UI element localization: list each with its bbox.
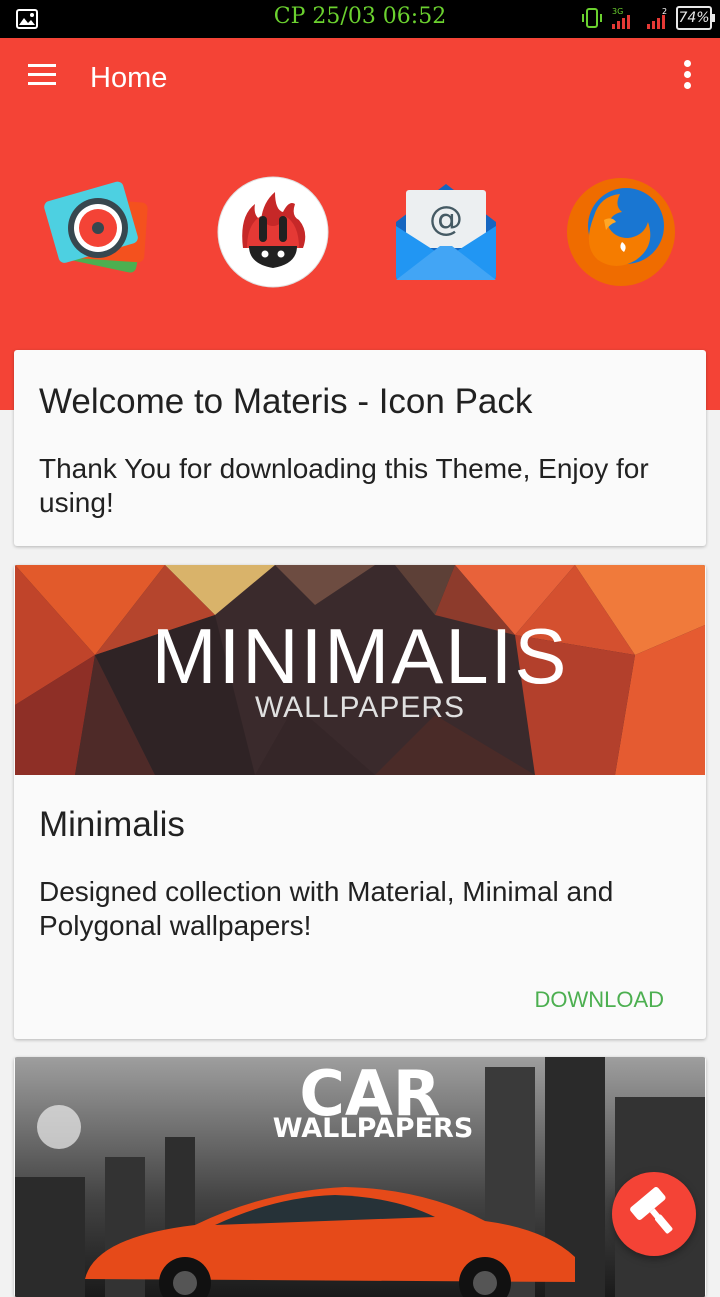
icon-preview-row: @ xyxy=(0,176,720,288)
email-app-icon[interactable]: @ xyxy=(390,176,502,288)
welcome-card: Welcome to Materis - Icon Pack Thank You… xyxy=(14,350,706,546)
system-icons: 3G 2 74% xyxy=(580,6,715,30)
download-button[interactable]: DOWNLOAD xyxy=(534,987,664,1013)
paint-roller-icon xyxy=(630,1187,673,1234)
minimalis-banner-subtitle: WALLPAPERS xyxy=(255,691,465,724)
vibrate-icon xyxy=(582,8,602,28)
car-banner-subtitle: WALLPAPERS xyxy=(273,1113,474,1144)
menu-hamburger-icon[interactable] xyxy=(28,64,56,86)
minimalis-card-text: Designed collection with Material, Minim… xyxy=(39,876,614,941)
car-banner-image: CAR WALLPAPERS xyxy=(15,1057,705,1297)
minimalis-card-title: Minimalis xyxy=(39,805,185,844)
car-card: CAR WALLPAPERS xyxy=(14,1057,706,1297)
page-title: Home xyxy=(90,62,168,94)
svg-text:3G: 3G xyxy=(612,7,623,16)
svg-text:2: 2 xyxy=(662,7,667,16)
svg-text:@: @ xyxy=(429,199,463,239)
signal-3g-icon: 3G xyxy=(612,7,630,29)
overflow-menu-icon[interactable] xyxy=(684,60,692,90)
antutu-app-icon[interactable] xyxy=(217,176,329,288)
minimalis-banner-image: MINIMALIS WALLPAPERS xyxy=(15,565,705,775)
battery-indicator: 74% xyxy=(676,6,715,30)
minimalis-banner[interactable]: MINIMALIS WALLPAPERS xyxy=(15,565,705,775)
welcome-card-title: Welcome to Materis - Icon Pack xyxy=(39,382,533,421)
welcome-card-text: Thank You for downloading this Theme, En… xyxy=(39,453,649,518)
camera-app-icon[interactable] xyxy=(42,176,154,288)
car-banner[interactable]: CAR WALLPAPERS xyxy=(15,1057,705,1297)
signal-2-icon: 2 xyxy=(647,7,667,29)
minimalis-banner-title: MINIMALIS xyxy=(152,612,569,700)
firefox-app-icon[interactable] xyxy=(564,176,676,288)
apply-theme-fab[interactable] xyxy=(612,1172,696,1256)
minimalis-card: MINIMALIS WALLPAPERS Minimalis Designed … xyxy=(14,565,706,1039)
status-bar: CP 25/03 06:52 3G 2 74% xyxy=(0,0,720,38)
